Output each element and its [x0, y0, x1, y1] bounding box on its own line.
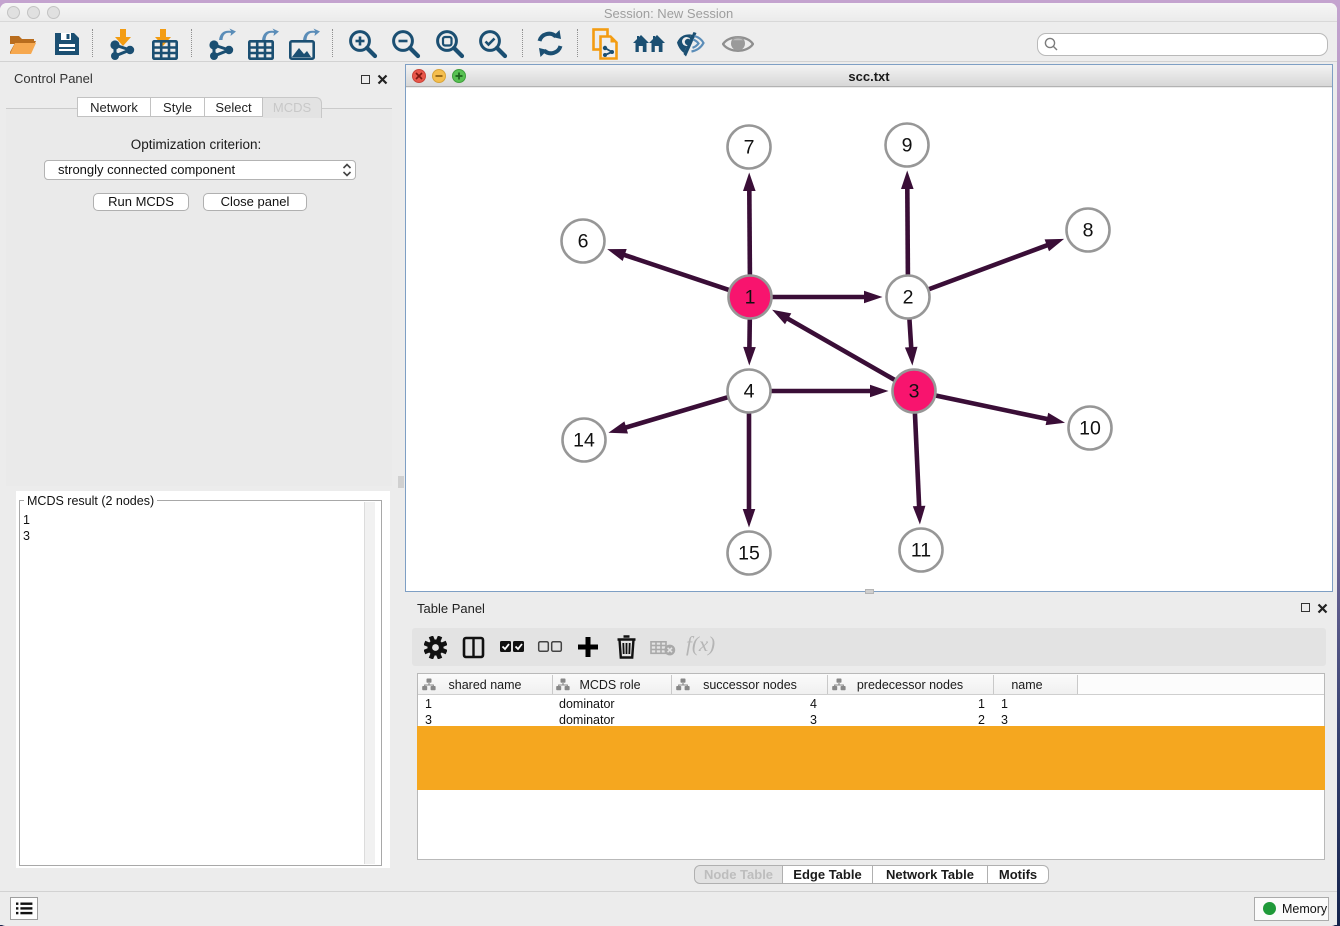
svg-text:2: 2	[903, 287, 914, 309]
svg-text:14: 14	[573, 430, 595, 452]
svg-text:9: 9	[902, 135, 913, 157]
svg-text:4: 4	[744, 381, 755, 403]
svg-text:3: 3	[909, 381, 920, 403]
svg-text:11: 11	[911, 540, 931, 562]
svg-text:7: 7	[744, 137, 755, 159]
svg-text:10: 10	[1079, 418, 1101, 440]
svg-text:1: 1	[745, 287, 756, 309]
svg-text:8: 8	[1083, 220, 1094, 242]
svg-text:6: 6	[578, 231, 589, 253]
svg-text:15: 15	[738, 543, 760, 565]
